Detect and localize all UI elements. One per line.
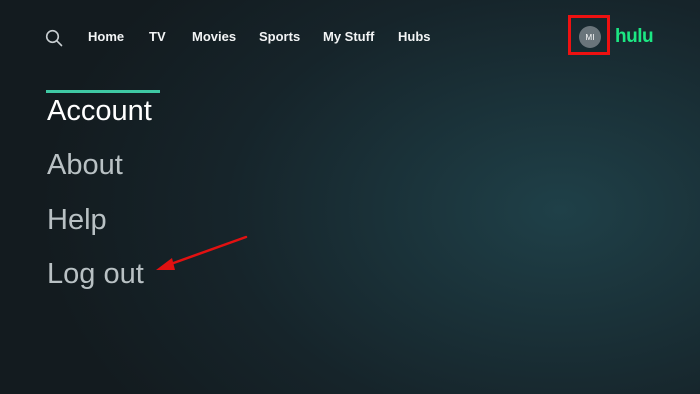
red-arrow-icon — [156, 235, 248, 270]
